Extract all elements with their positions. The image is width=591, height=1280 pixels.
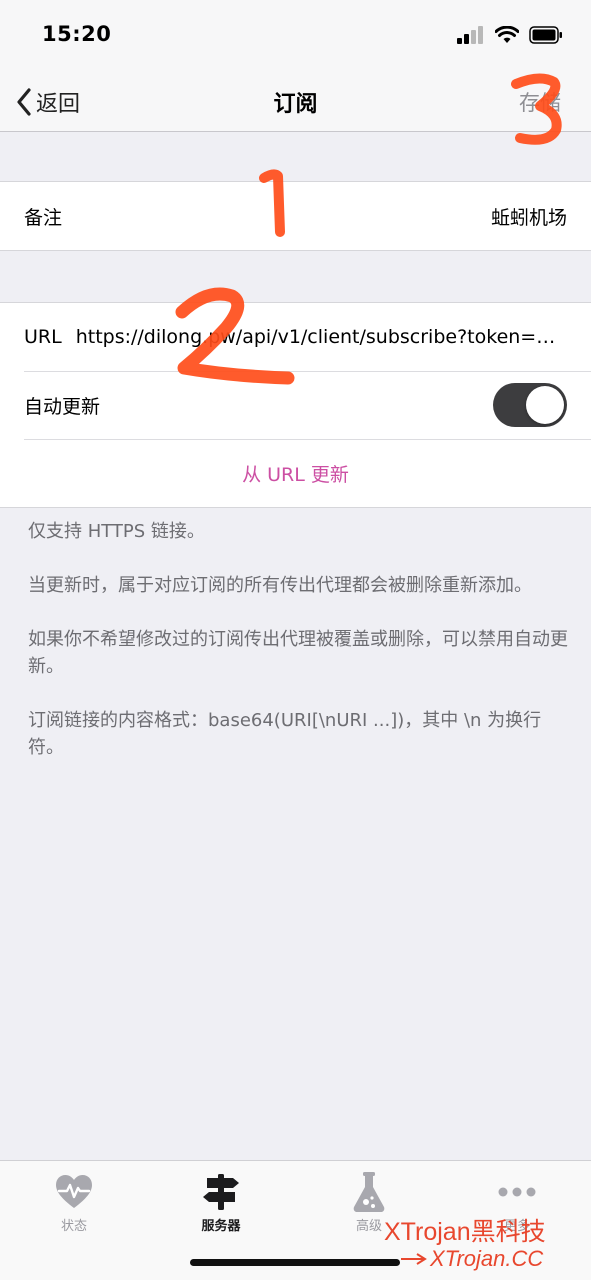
toggle-knob: [526, 386, 564, 424]
wifi-icon: [495, 26, 519, 43]
status-time: 15:20: [42, 22, 112, 46]
update-from-url-button[interactable]: 从 URL 更新: [0, 439, 591, 507]
note-content-format: 订阅链接的内容格式：base64(URI[\nURI ...])，其中 \n 为…: [28, 710, 542, 758]
cellular-signal-icon: [457, 26, 483, 44]
note-update-behavior: 当更新时，属于对应订阅的所有传出代理都会被删除重新添加。: [28, 575, 532, 596]
tab-servers[interactable]: 服务器: [161, 1169, 281, 1234]
watermark-arrow-icon: [401, 1253, 427, 1265]
page-title: 订阅: [273, 92, 318, 117]
tab-status-label: 状态: [60, 1219, 87, 1234]
auto-update-toggle[interactable]: [493, 383, 567, 427]
annotation-one: [259, 169, 285, 237]
remark-label: 备注: [24, 206, 63, 229]
navigation-bar: 返回 订阅 存储: [0, 72, 591, 132]
annotation-three: [511, 73, 562, 145]
tab-status[interactable]: 状态: [14, 1169, 134, 1234]
annotation-two: [175, 287, 295, 385]
ellipsis-icon: [498, 1187, 536, 1197]
tab-servers-label: 服务器: [201, 1219, 241, 1234]
status-bar: 15:20: [0, 0, 591, 72]
note-https-only: 仅支持 HTTPS 链接。: [28, 521, 205, 542]
flask-icon: [353, 1172, 385, 1212]
footer-notes: 仅支持 HTTPS 链接。 当更新时，属于对应订阅的所有传出代理都会被删除重新添…: [28, 518, 568, 788]
auto-update-label: 自动更新: [24, 395, 101, 418]
battery-icon: [529, 26, 562, 44]
watermark-line-2: XTrojan.CC: [430, 1246, 544, 1271]
status-icons: [457, 24, 563, 46]
signpost-icon: [203, 1174, 239, 1210]
home-indicator: [190, 1259, 400, 1266]
url-field[interactable]: https://dilong.pw/api/v1/client/subscrib…: [76, 326, 567, 348]
url-label: URL: [24, 326, 62, 348]
heart-pulse-icon: [56, 1175, 92, 1208]
remark-value[interactable]: 蚯蚓机场: [491, 203, 567, 230]
note-disable-auto-update: 如果你不希望修改过的订阅传出代理被覆盖或删除，可以禁用自动更新。: [28, 629, 568, 677]
watermark-line-1: XTrojan黑科技: [384, 1218, 546, 1246]
